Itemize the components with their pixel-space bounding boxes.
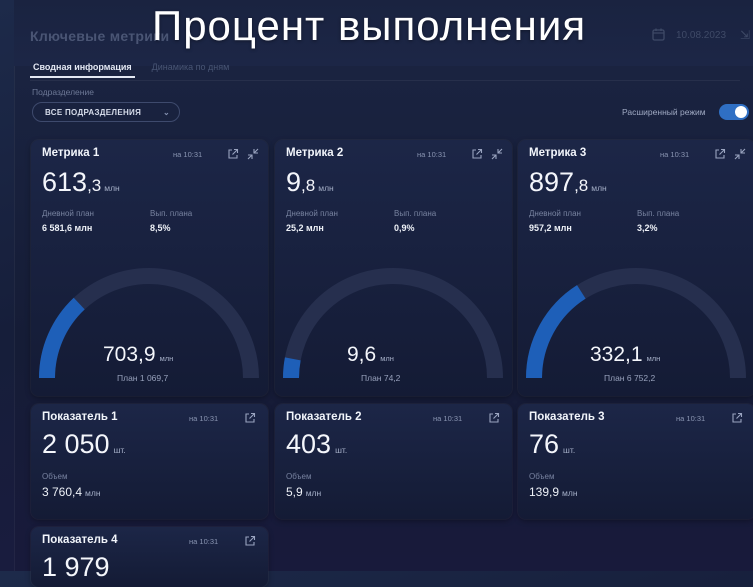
gauge-value-number: 332,1 (590, 343, 643, 366)
gauge-plan: План 74,2 (361, 373, 401, 383)
indicator-title: Показатель 1 (42, 411, 118, 423)
volume-label: Объем (42, 472, 68, 481)
indicator-value-number: 1 979 (42, 552, 110, 582)
gauge-unit: млн (646, 354, 661, 363)
volume-unit: млн (562, 488, 578, 498)
indicator-time: на 10:31 (189, 537, 219, 546)
indicator-value: 403 шт. (286, 429, 347, 460)
open-external-icon[interactable] (731, 411, 743, 423)
open-external-icon[interactable] (244, 411, 256, 423)
metric-card: Метрика 3 на 10:31 897,8 млн Дневной план… (518, 140, 753, 396)
volume-label: Объем (286, 472, 312, 481)
gauge-value-number: 703,9 (103, 343, 156, 366)
indicator-unit: шт. (563, 445, 576, 455)
indicator-card: Показатель 1 на 10:31 2 050 шт. Объем 3 76… (31, 404, 268, 519)
gauge-unit: млн (380, 354, 394, 363)
gauge-fill (282, 357, 301, 379)
division-select[interactable]: ВСЕ ПОДРАЗДЕЛЕНИЯ ⌄ (32, 102, 180, 122)
collapse-icon[interactable]: ⇲ (740, 28, 750, 42)
volume-unit: млн (305, 488, 322, 498)
indicator-unit: шт. (113, 445, 126, 455)
indicator-value: 2 050 шт. (42, 429, 126, 460)
tab-summary[interactable]: Сводная информация (30, 56, 135, 78)
calendar-icon[interactable] (652, 28, 665, 41)
volume-number: 139,9 (529, 485, 560, 499)
volume-label: Объем (529, 472, 555, 481)
indicator-value: 76 шт. (529, 429, 575, 460)
division-label: Подразделение (32, 87, 94, 97)
indicator-value-number: 76 (529, 429, 560, 459)
open-external-icon[interactable] (488, 411, 500, 423)
gauge-fill (39, 297, 85, 379)
toggle-knob (735, 106, 747, 118)
indicator-title: Показатель 3 (529, 411, 605, 423)
gauge-value: 703,9 млн (103, 343, 173, 367)
indicator-unit: шт. (335, 445, 348, 455)
gauge-value: 9,6 млн (347, 343, 394, 367)
gauge-fill (526, 285, 586, 379)
date-display[interactable]: 10.08.2023 (676, 30, 726, 41)
metric-card: Метрика 1 на 10:31 613,3 млн Дневной план… (31, 140, 268, 396)
overlay-title: Процент выполнения (152, 2, 587, 49)
indicator-card: Показатель 2 на 10:31 403 шт. Объем 5,9 млн (275, 404, 512, 519)
volume-number: 5,9 (286, 485, 303, 499)
tab-divider (30, 80, 740, 81)
tab-bar: Сводная информация Динамика по дням (30, 56, 232, 78)
tab-daily-dynamics[interactable]: Динамика по дням (149, 56, 233, 78)
gauge-plan: План 6 752,2 (604, 373, 656, 383)
advanced-mode-label: Расширенный режим (622, 107, 706, 117)
volume-unit: млн (85, 488, 101, 498)
indicator-card: Показатель 4 на 10:31 1 979 (31, 527, 268, 587)
metric-card: Метрика 2 на 10:31 9,8 млн Дневной план 2… (275, 140, 512, 396)
app-title: Ключевые метрики (30, 28, 170, 44)
chevron-down-icon: ⌄ (162, 107, 170, 117)
gauge-value: 332,1 млн (590, 343, 660, 367)
indicator-card: Показатель 3 на 10:31 76 шт. Объем 139,9 мл… (518, 404, 753, 519)
indicator-value: 1 979 (42, 552, 110, 583)
gauge-value-number: 9,6 (347, 343, 377, 366)
volume-value: 3 760,4 млн (42, 485, 101, 499)
volume-value: 5,9 млн (286, 485, 321, 499)
indicator-title: Показатель 2 (286, 411, 362, 423)
volume-number: 3 760,4 (42, 485, 83, 499)
indicator-value-number: 403 (286, 429, 332, 459)
indicator-value-number: 2 050 (42, 429, 110, 459)
indicator-time: на 10:31 (676, 414, 706, 423)
advanced-mode-toggle[interactable] (719, 104, 749, 120)
indicator-title: Показатель 4 (42, 534, 118, 546)
indicator-time: на 10:31 (433, 414, 463, 423)
indicator-time: на 10:31 (189, 414, 219, 423)
gauge-plan: План 1 069,7 (117, 373, 169, 383)
gauge-unit: млн (159, 354, 174, 363)
volume-value: 139,9 млн (529, 485, 578, 499)
division-select-value: ВСЕ ПОДРАЗДЕЛЕНИЯ (45, 107, 142, 117)
open-external-icon[interactable] (244, 534, 256, 546)
